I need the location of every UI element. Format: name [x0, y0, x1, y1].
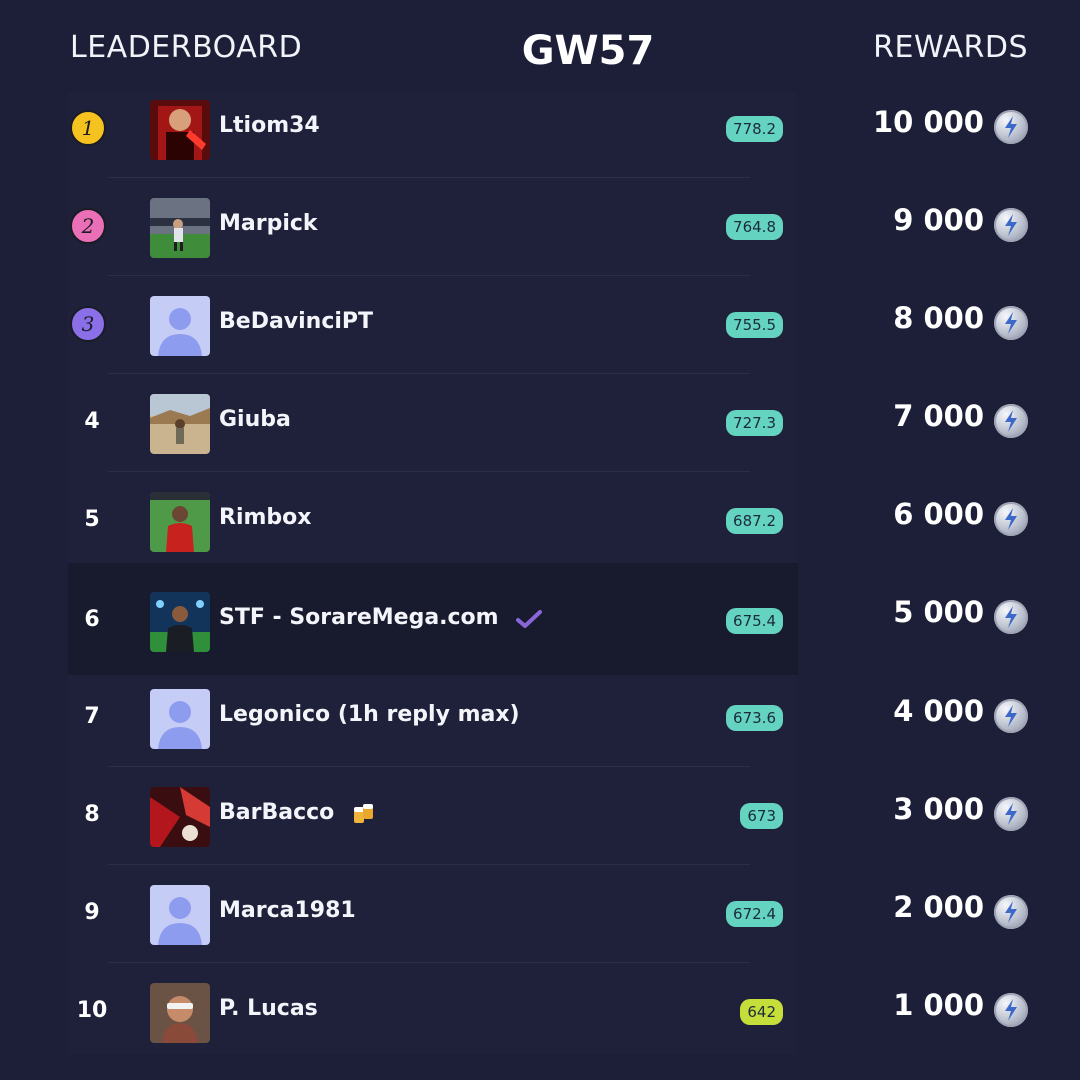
score-badge: 642	[740, 999, 783, 1025]
leaderboard-row[interactable]: 3 BeDavinciPT 755.5 8 000	[0, 276, 1080, 374]
gold-medal-icon: 1	[70, 110, 106, 146]
reward-amount: 4 000	[893, 694, 984, 728]
desert-avatar[interactable]	[150, 394, 210, 454]
coin-icon	[994, 306, 1028, 340]
default-user-avatar[interactable]	[150, 689, 210, 749]
coin-icon	[994, 993, 1028, 1027]
verified-check-icon	[516, 605, 543, 629]
rank-number: 9	[84, 900, 100, 925]
leaderboard-row[interactable]: 4 Giuba 727.3 7 000	[0, 374, 1080, 472]
beer-mugs-emoji	[352, 800, 376, 824]
default-user-avatar[interactable]	[150, 296, 210, 356]
reward-amount: 1 000	[893, 988, 984, 1022]
rank-number: 6	[84, 607, 100, 632]
sunglasses-man-avatar[interactable]	[150, 983, 210, 1043]
user-name[interactable]: BarBacco	[219, 800, 376, 825]
user-name-text: STF - SorareMega.com	[219, 605, 499, 630]
reward-amount: 10 000	[873, 105, 984, 139]
reward-amount: 8 000	[893, 301, 984, 335]
reward-amount: 7 000	[893, 399, 984, 433]
stadium-man-avatar[interactable]	[150, 592, 210, 652]
reward-amount: 2 000	[893, 890, 984, 924]
default-user-avatar[interactable]	[150, 885, 210, 945]
score-badge: 764.8	[726, 214, 783, 240]
rank-number: 8	[84, 802, 100, 827]
score-badge: 755.5	[726, 312, 783, 338]
purple-medal-icon: 3	[70, 306, 106, 342]
coin-icon	[994, 110, 1028, 144]
pitch-player-avatar[interactable]	[150, 198, 210, 258]
pitch-red-shirt-avatar[interactable]	[150, 492, 210, 552]
reward-amount: 5 000	[893, 595, 984, 629]
rank-number: 5	[84, 507, 100, 532]
leaderboard-row-highlighted[interactable]: 6 STF - SorareMega.com 675.4 5 000	[0, 563, 1080, 675]
score-badge: 673.6	[726, 705, 783, 731]
user-name[interactable]: Giuba	[219, 407, 291, 432]
coin-icon	[994, 895, 1028, 929]
user-name[interactable]: P. Lucas	[219, 996, 318, 1021]
reward-amount: 3 000	[893, 792, 984, 826]
leaderboard-row[interactable]: 2 Marpick 764.8 9 000	[0, 178, 1080, 276]
coin-icon	[994, 600, 1028, 634]
user-name[interactable]: Ltiom34	[219, 113, 320, 138]
leaderboard-row[interactable]: 7 Legonico (1h reply max) 673.6 4 000	[0, 669, 1080, 767]
red-player-avatar[interactable]	[150, 100, 210, 160]
score-badge: 778.2	[726, 116, 783, 142]
rank-number: 10	[76, 998, 108, 1023]
leaderboard-row[interactable]: 9 Marca1981 672.4 2 000	[0, 865, 1080, 963]
user-name-text: BarBacco	[219, 800, 335, 825]
score-badge: 673	[740, 803, 783, 829]
user-name[interactable]: BeDavinciPT	[219, 309, 373, 334]
reward-amount: 9 000	[893, 203, 984, 237]
leaderboard-row[interactable]: 8 BarBacco 673 3 000	[0, 767, 1080, 865]
coin-icon	[994, 502, 1028, 536]
user-name[interactable]: Marpick	[219, 211, 318, 236]
user-name[interactable]: STF - SorareMega.com	[219, 605, 543, 630]
red-abstract-avatar[interactable]	[150, 787, 210, 847]
rank-number: 4	[84, 409, 100, 434]
rewards-heading: REWARDS	[873, 30, 1028, 65]
score-badge: 687.2	[726, 508, 783, 534]
score-badge: 675.4	[726, 608, 783, 634]
leaderboard-row[interactable]: 1 Ltiom34 778.2 10 000	[0, 80, 1080, 178]
coin-icon	[994, 797, 1028, 831]
score-badge: 727.3	[726, 410, 783, 436]
coin-icon	[994, 699, 1028, 733]
coin-icon	[994, 404, 1028, 438]
user-name[interactable]: Legonico (1h reply max)	[219, 702, 520, 727]
reward-amount: 6 000	[893, 497, 984, 531]
pink-medal-icon: 2	[70, 208, 106, 244]
leaderboard-row[interactable]: 10 P. Lucas 642 1 000	[0, 963, 1080, 1061]
user-name[interactable]: Rimbox	[219, 505, 311, 530]
leaderboard-row[interactable]: 5 Rimbox 687.2 6 000	[0, 472, 1080, 570]
score-badge: 672.4	[726, 901, 783, 927]
coin-icon	[994, 208, 1028, 242]
rank-number: 7	[84, 704, 100, 729]
user-name[interactable]: Marca1981	[219, 898, 356, 923]
